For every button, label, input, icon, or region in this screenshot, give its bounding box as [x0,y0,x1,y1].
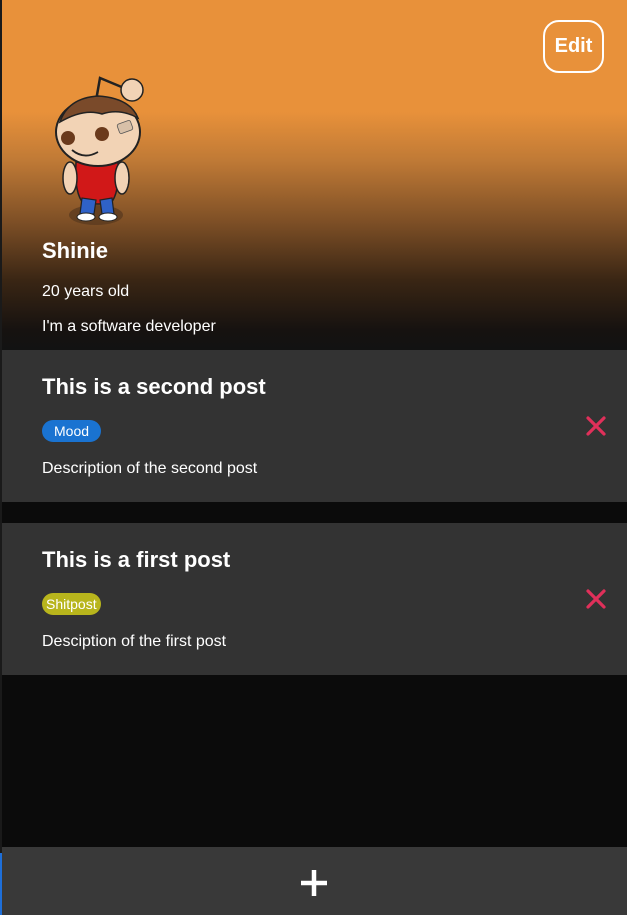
post-card: This is a second post Mood Description o… [2,350,627,502]
profile-name: Shinie [42,238,109,263]
post-title: This is a first post [42,547,231,572]
post-tag: Shitpost [42,593,101,615]
add-post-button[interactable] [292,861,336,905]
post-tag: Mood [42,420,102,442]
footer-bar [2,847,627,915]
profile-bio: I'm a software developer [42,318,216,335]
window-left-edge [0,0,2,915]
profile-age: 20 years old [42,283,130,300]
plus-icon [301,870,327,896]
profile-header: Edit Shinie 20 years old I'm a software … [0,0,627,350]
post-title: This is a second post [42,374,266,399]
window-edge-accent [0,853,2,915]
close-icon[interactable] [583,586,609,612]
post-description: Desciption of the first post [42,633,227,650]
post-description: Description of the second post [42,460,258,477]
avatar [55,76,144,225]
post-card: This is a first post Shitpost Desciption… [2,523,627,675]
close-icon[interactable] [583,413,609,439]
edit-button[interactable]: Edit [543,20,604,73]
